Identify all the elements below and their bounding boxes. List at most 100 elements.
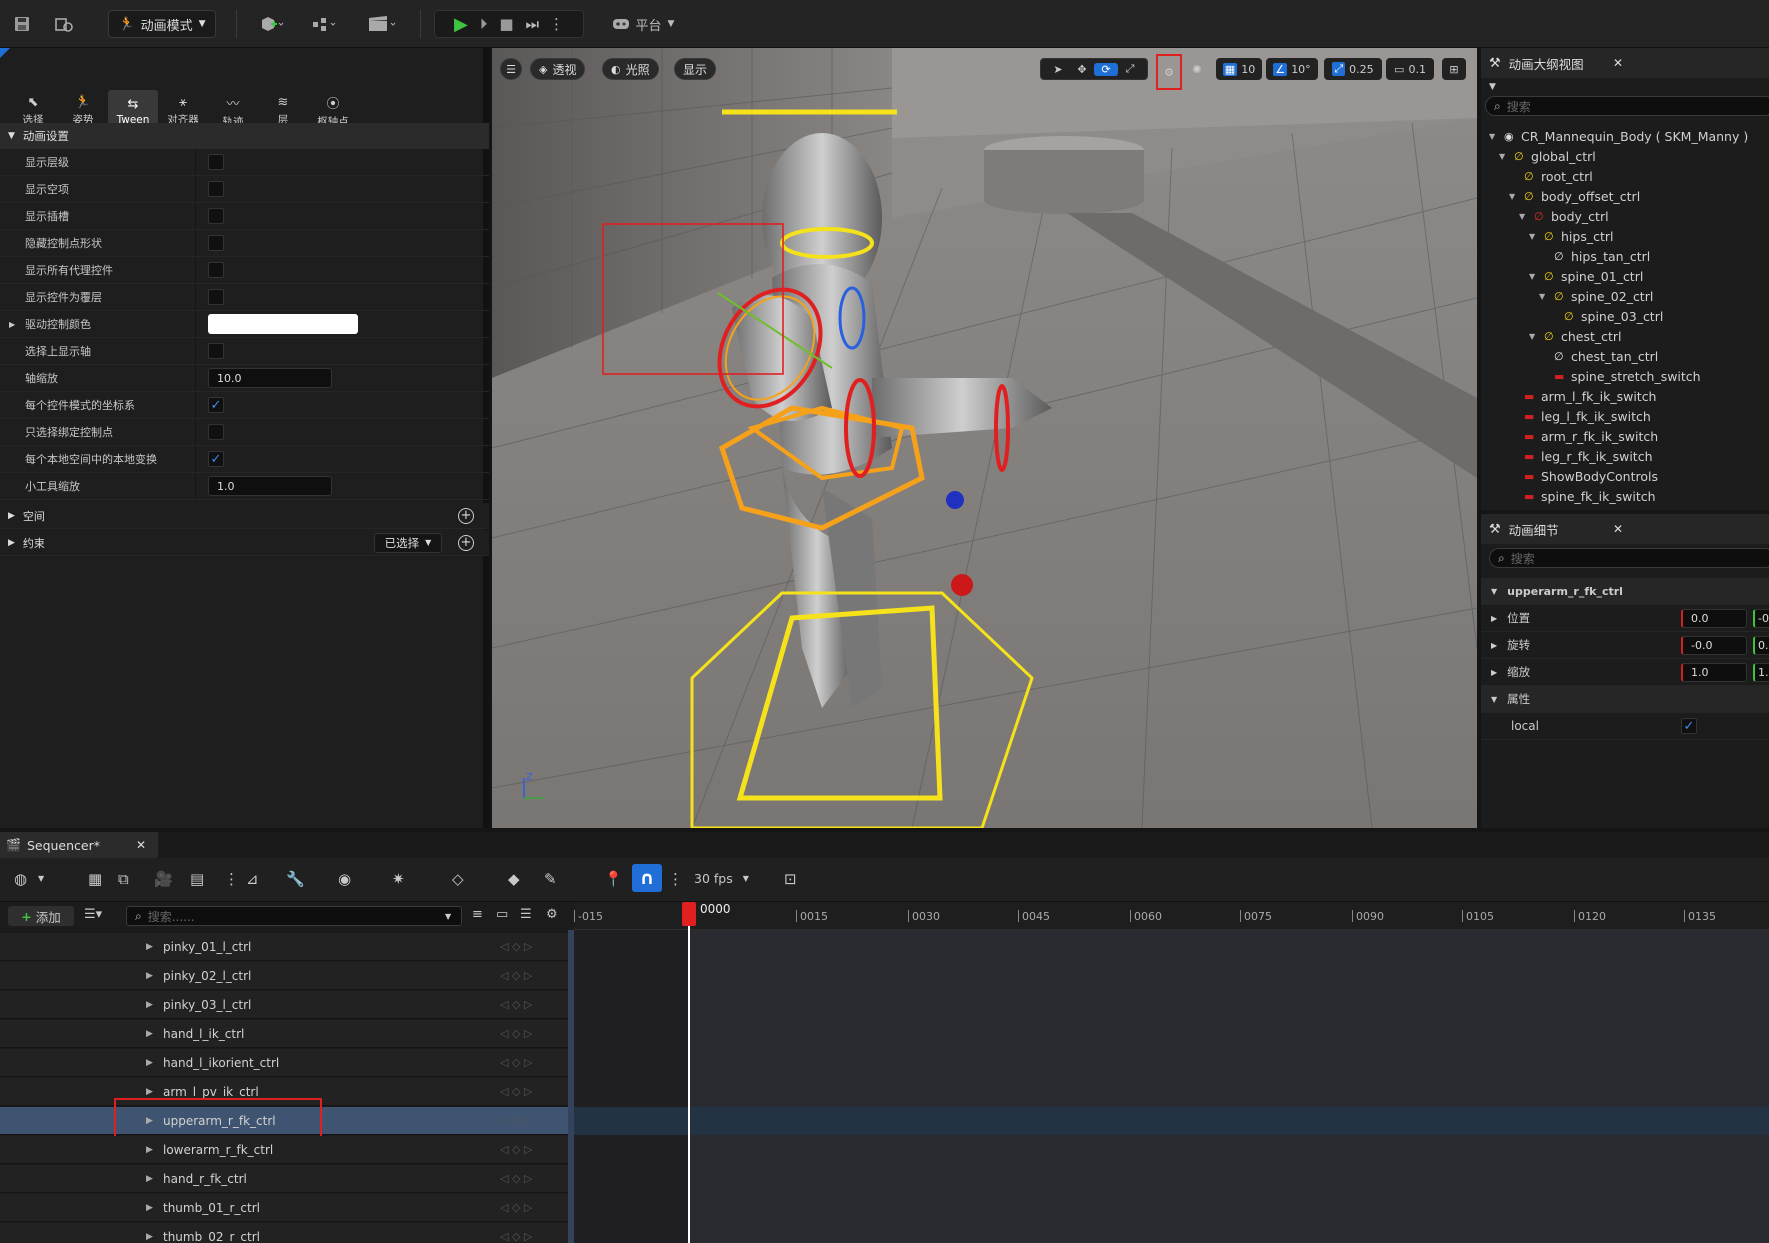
track-search-input[interactable]: ⌕ 搜索...... ▼ — [126, 906, 462, 926]
attributes-header[interactable]: ▼ 属性 — [1481, 686, 1769, 713]
track-row[interactable]: ▶ hand_r_fk_ctrl ◁ ◇ ▷ — [0, 1165, 574, 1193]
track-row[interactable]: ▶ pinky_01_l_ctrl ◁ ◇ ▷ — [0, 933, 574, 961]
close-icon[interactable]: ✕ — [1613, 56, 1623, 70]
property-checkbox[interactable] — [208, 208, 224, 224]
filter-icon[interactable]: ☰▾ — [84, 907, 102, 922]
scale-icon[interactable]: ⤢ — [1118, 62, 1142, 76]
outliner-item[interactable]: ▼ ∅ spine_01_ctrl — [1481, 266, 1769, 286]
key-nav-icon[interactable]: ◁ ◇ ▷ — [500, 1201, 532, 1214]
outliner-item[interactable]: ▬ spine_stretch_switch — [1481, 366, 1769, 386]
save-icon[interactable] — [8, 10, 36, 38]
track-row[interactable]: ▶ lowerarm_r_fk_ctrl ◁ ◇ ▷ — [0, 1136, 574, 1164]
playhead-line[interactable] — [688, 904, 690, 1243]
outliner-item[interactable]: ▬ spine_fk_ik_switch — [1481, 486, 1769, 506]
play-icon[interactable]: ▶ — [454, 14, 468, 35]
list-icon[interactable]: ☰ — [520, 907, 532, 922]
stop-icon[interactable]: ■ — [499, 15, 513, 33]
add-track-button[interactable]: + 添加 — [8, 906, 74, 926]
property-checkbox[interactable] — [208, 262, 224, 278]
rotate-icon[interactable]: ⟳ — [1094, 62, 1118, 76]
level-viewport[interactable]: ☰ ◈ 透视 ◐ 光照 显示 ➤ ✥ ⟳ ⤢ ⚙ ✺ ▦ 10 ∠ 10° ⤢ … — [492, 48, 1477, 828]
fps-dropdown[interactable]: 30 fps ▼ — [694, 871, 749, 887]
splitter[interactable] — [568, 930, 574, 1243]
chevron-down-icon[interactable]: ▼ — [1489, 82, 1496, 92]
browse-icon[interactable]: ⧉ — [118, 870, 129, 888]
chevron-right-icon[interactable]: ▶ — [9, 320, 15, 329]
gear-icon[interactable]: ⚙ — [546, 907, 558, 922]
chevron-right-icon[interactable]: ▶ — [1491, 614, 1497, 623]
track-row[interactable]: ▶ upperarm_r_fk_ctrl ◁ ◇ ▷ — [0, 1098, 574, 1144]
space-section-header[interactable]: ▶ 空间 + — [0, 503, 489, 529]
x-value-field[interactable]: 1.0 — [1681, 662, 1747, 682]
outliner-item[interactable]: ▬ ShowBodyControls — [1481, 466, 1769, 486]
chevron-right-icon[interactable]: ▶ — [1491, 668, 1497, 677]
surface-snap-icon[interactable]: ⚙ — [1156, 54, 1182, 90]
render-movie-icon[interactable]: 🎥 — [154, 870, 173, 888]
anim-settings-header[interactable]: ▼ 动画设置 — [0, 123, 489, 149]
platform-dropdown[interactable]: 平台 ▼ — [608, 10, 678, 38]
chevron-down-icon[interactable]: ▼ — [38, 874, 44, 883]
x-value-field[interactable]: -0.0 — [1681, 635, 1747, 655]
local-checkbox[interactable]: ✓ — [1681, 718, 1697, 734]
key-nav-icon[interactable]: ◁ ◇ ▷ — [500, 940, 532, 953]
add-space-icon[interactable]: + — [458, 507, 474, 524]
chevron-right-icon[interactable]: ▶ — [146, 1232, 153, 1242]
track-row[interactable]: ▶ thumb_02_r_ctrl ◁ ◇ ▷ — [0, 1223, 574, 1243]
chevron-right-icon[interactable]: ▶ — [146, 1116, 153, 1126]
chevron-down-icon[interactable]: ▼ — [1489, 132, 1495, 141]
outliner-item[interactable]: ▼ ∅ spine_02_ctrl — [1481, 286, 1769, 306]
outliner-item[interactable]: ▬ arm_l_fk_ik_switch — [1481, 386, 1769, 406]
more-options-icon[interactable]: ⋮ — [549, 15, 564, 33]
property-checkbox[interactable]: ✓ — [208, 397, 224, 413]
property-checkbox[interactable]: ✓ — [208, 451, 224, 467]
translate-icon[interactable]: ✥ — [1070, 63, 1094, 76]
chevron-right-icon[interactable]: ▶ — [146, 942, 153, 952]
property-number-field[interactable]: 10.0 — [208, 368, 332, 388]
chevron-right-icon[interactable]: ▶ — [146, 1058, 153, 1068]
content-browser-icon[interactable] — [50, 10, 78, 38]
key-nav-icon[interactable]: ◁ ◇ ▷ — [500, 1143, 532, 1156]
details-search-input[interactable]: ⌕ 搜索 — [1489, 548, 1769, 568]
property-checkbox[interactable] — [208, 235, 224, 251]
outliner-tab[interactable]: ⚒ 动画大纲视图 ✕ — [1481, 48, 1769, 78]
track-row[interactable]: ▶ thumb_01_r_ctrl ◁ ◇ ▷ — [0, 1194, 574, 1222]
collapse-icon[interactable]: ≡ — [472, 907, 483, 922]
playhead-handle[interactable] — [682, 902, 696, 926]
key-nav-icon[interactable]: ◁ ◇ ▷ — [500, 1114, 532, 1127]
y-value-field[interactable]: 1. — [1753, 662, 1769, 682]
constraint-dropdown[interactable]: 已选择 ▼ — [374, 532, 442, 553]
perspective-button[interactable]: ◈ 透视 — [530, 58, 586, 80]
marker-icon[interactable]: 📍 — [604, 870, 623, 888]
chevron-down-icon[interactable]: ▼ — [1529, 332, 1535, 341]
outliner-item[interactable]: ▬ arm_r_fk_ik_switch — [1481, 426, 1769, 446]
chevron-right-icon[interactable]: ▶ — [146, 1174, 153, 1184]
property-number-field[interactable]: 1.0 — [208, 476, 332, 496]
clapperboard-icon[interactable]: ▤ — [190, 870, 204, 888]
outliner-item[interactable]: ∅ chest_tan_ctrl — [1481, 346, 1769, 366]
control-header[interactable]: ▼ upperarm_r_fk_ctrl — [1481, 578, 1769, 605]
property-checkbox[interactable] — [208, 424, 224, 440]
key-nav-icon[interactable]: ◁ ◇ ▷ — [500, 1172, 532, 1185]
chevron-down-icon[interactable]: ▼ — [1499, 152, 1505, 161]
key-nav-icon[interactable]: ◁ ◇ ▷ — [500, 1230, 532, 1243]
outliner-item[interactable]: ▼ ◉ CR_Mannequin_Body ( SKM_Manny ) — [1481, 126, 1769, 146]
chevron-right-icon[interactable]: ▶ — [146, 971, 153, 981]
key-nav-icon[interactable]: ◁ ◇ ▷ — [500, 1056, 532, 1069]
x-value-field[interactable]: 0.0 — [1681, 608, 1747, 628]
sequencer-tab[interactable]: 🎬 Sequencer* ✕ — [0, 832, 158, 858]
save-sequence-icon[interactable]: ▦ — [88, 870, 102, 888]
chevron-right-icon[interactable]: ▶ — [1491, 641, 1497, 650]
chevron-down-icon[interactable]: ▼ — [1509, 192, 1515, 201]
rotation-snap-button[interactable]: ∠ 10° — [1266, 58, 1318, 80]
y-value-field[interactable]: -0 — [1753, 608, 1769, 628]
outliner-item[interactable]: ▬ leg_l_fk_ik_switch — [1481, 406, 1769, 426]
blueprint-icon[interactable] — [304, 10, 344, 38]
chevron-down-icon[interactable]: ▼ — [1529, 232, 1535, 241]
track-row[interactable]: ▶ hand_l_ikorient_ctrl ◁ ◇ ▷ — [0, 1049, 574, 1077]
y-value-field[interactable]: 0. — [1753, 635, 1769, 655]
key-nav-icon[interactable]: ◁ ◇ ▷ — [500, 1027, 532, 1040]
track-row[interactable]: ▶ arm_l_pv_ik_ctrl ◁ ◇ ▷ — [0, 1078, 574, 1106]
property-checkbox[interactable] — [208, 289, 224, 305]
show-button[interactable]: 显示 — [674, 58, 717, 80]
eject-icon[interactable]: ⏭ — [526, 15, 540, 33]
